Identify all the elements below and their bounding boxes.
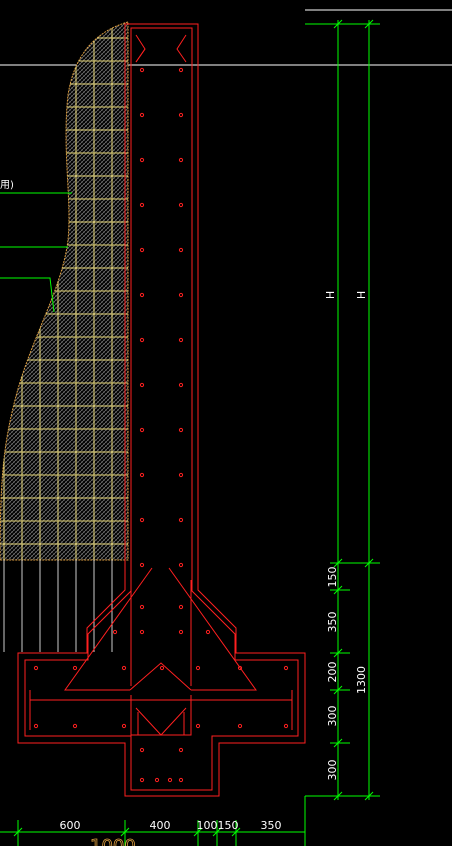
backfill-zone — [0, 21, 129, 652]
vdim-150: 150 — [326, 567, 339, 588]
left-note: 用) — [0, 180, 14, 191]
vertical-dimensions — [304, 19, 380, 846]
hdim-100: 100 — [197, 819, 218, 832]
retaining-wall-drawing: 用) H H 150 350 200 300 300 1300 600 400 … — [0, 9, 452, 846]
height-label-1: H — [324, 291, 337, 299]
hdim-150: 150 — [218, 819, 239, 832]
vdim-300-b: 300 — [326, 760, 339, 781]
vdim-200: 200 — [326, 662, 339, 683]
vdim-350: 350 — [326, 612, 339, 633]
vdim-300-a: 300 — [326, 706, 339, 727]
hdim-600: 600 — [60, 819, 81, 832]
hdim-400: 400 — [150, 819, 171, 832]
hdim-350: 350 — [261, 819, 282, 832]
bottom-partial-label: 1000 — [90, 836, 136, 846]
height-label-2: H — [355, 291, 368, 299]
vdim-1300: 1300 — [355, 666, 368, 694]
